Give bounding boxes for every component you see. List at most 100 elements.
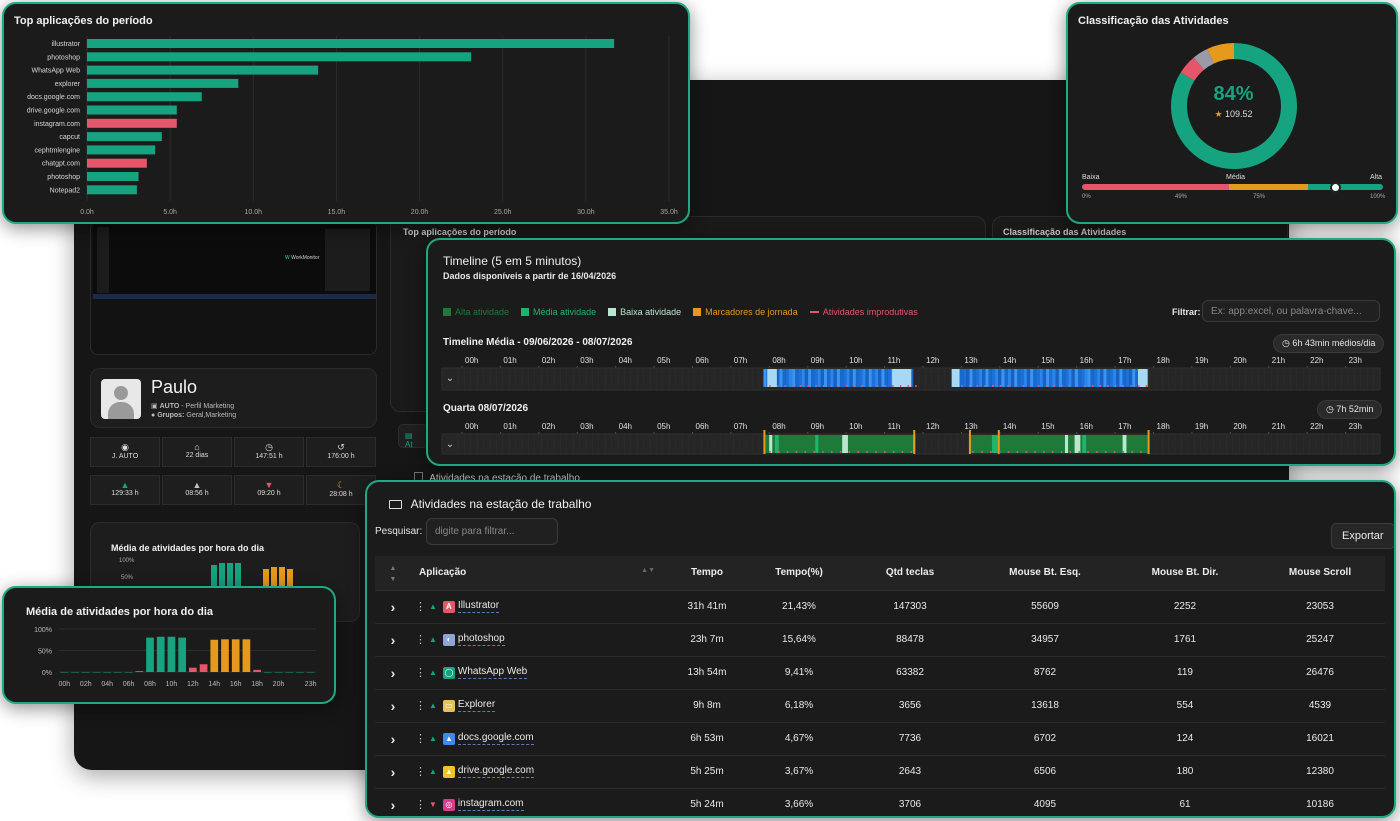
top-apps-bar[interactable] — [87, 65, 319, 75]
hourly-bar[interactable] — [296, 672, 304, 673]
col-mouse-left[interactable]: Mouse Bt. Esq. — [975, 556, 1115, 591]
top-apps-bar[interactable] — [87, 158, 147, 168]
col-time-pct[interactable]: Tempo(%) — [753, 556, 845, 591]
scale-marker[interactable] — [1329, 182, 1341, 193]
avg-unproductive-mark — [1053, 385, 1055, 387]
hourly-bar[interactable] — [60, 672, 69, 673]
kebab-menu-icon[interactable]: ⋮ — [415, 765, 426, 778]
top-apps-bar[interactable] — [87, 132, 162, 142]
expand-row-chevron-icon[interactable]: › — [375, 755, 411, 789]
sort-icon[interactable]: ▲ ▼ — [375, 556, 411, 591]
expand-row-chevron-icon[interactable]: › — [375, 590, 411, 624]
hourly-bar[interactable] — [114, 672, 122, 673]
app-name[interactable]: Illustrator — [457, 600, 500, 613]
hourly-bar[interactable] — [285, 672, 294, 673]
avg-activity-cell — [1026, 369, 1031, 387]
hourly-bar[interactable] — [71, 672, 79, 673]
hourly-bar[interactable] — [81, 672, 90, 673]
kebab-menu-icon[interactable]: ⋮ — [415, 633, 426, 646]
table-row[interactable]: › ⋮ ▲ ▲ docs.google.com 6h 53m 4,67% 7736 6702 12… — [375, 722, 1385, 756]
col-mouse-scroll[interactable]: Mouse Scroll — [1255, 556, 1385, 591]
app-name[interactable]: WhatsApp Web — [457, 666, 528, 679]
hourly-bar[interactable] — [146, 637, 154, 672]
top-apps-bar[interactable] — [87, 172, 139, 181]
thumbs-down-icon[interactable]: ▼ — [429, 800, 437, 809]
top-apps-bar[interactable] — [87, 39, 615, 48]
hourly-bar[interactable] — [221, 639, 229, 672]
kebab-menu-icon[interactable]: ⋮ — [415, 600, 426, 613]
top-apps-bar[interactable] — [87, 185, 137, 195]
hourly-bar[interactable] — [103, 672, 112, 673]
screen-thumbnail[interactable]: W WorkMonitor — [90, 220, 377, 355]
top-apps-bar[interactable] — [87, 52, 472, 62]
app-name[interactable]: instagram.com — [457, 798, 524, 811]
app-cell[interactable]: ⋮ ▲ ▲ docs.google.com — [411, 722, 661, 756]
col-time[interactable]: Tempo — [661, 556, 753, 591]
avg-activity-cell — [1100, 369, 1104, 387]
expand-row-chevron-icon[interactable]: › — [375, 689, 411, 723]
hourly-bar[interactable] — [167, 636, 176, 672]
hourly-bar[interactable] — [156, 636, 165, 672]
table-row[interactable]: › ⋮ ▼ ◎ instagram.com 5h 24m 3,66% 3706 4095 61 10… — [375, 788, 1385, 816]
hourly-bar[interactable] — [242, 639, 251, 672]
app-cell[interactable]: ⋮ ▲ ▭ Explorer — [411, 689, 661, 723]
hourly-bar[interactable] — [274, 672, 283, 673]
donut-slice[interactable] — [1180, 57, 1205, 82]
hourly-bar[interactable] — [92, 672, 101, 673]
hourly-bar[interactable] — [253, 669, 261, 672]
top-apps-bar[interactable] — [87, 78, 239, 88]
app-name[interactable]: drive.google.com — [457, 765, 535, 778]
app-name[interactable]: Explorer — [457, 699, 496, 712]
thumbs-up-icon[interactable]: ▲ — [429, 668, 437, 677]
top-apps-bar[interactable] — [87, 92, 202, 102]
export-button[interactable]: Exportar — [1331, 523, 1394, 549]
hourly-bar[interactable] — [263, 672, 272, 673]
hourly-bar[interactable] — [231, 639, 240, 672]
table-row[interactable]: › ⋮ ▲ ◐ photoshop 23h 7m 15,64% 88478 34957 1761 2… — [375, 623, 1385, 657]
col-keys[interactable]: Qtd teclas — [845, 556, 975, 591]
thumbs-up-icon[interactable]: ▲ — [429, 734, 437, 743]
search-input[interactable]: digite para filtrar... — [426, 518, 558, 545]
table-row[interactable]: › ⋮ ▲ A Illustrator 31h 41m 21,43% 147303 55609 2… — [375, 590, 1385, 624]
top-apps-bar[interactable] — [87, 105, 177, 115]
hourly-bar[interactable] — [199, 664, 208, 672]
col-app[interactable]: Aplicação ▲▼ — [411, 556, 661, 591]
table-row[interactable]: › ⋮ ▲ ◯ WhatsApp Web 13h 54m 9,41% 63382 8762 119… — [375, 656, 1385, 690]
hourly-bar[interactable] — [124, 672, 133, 673]
top-apps-bar[interactable] — [87, 145, 156, 155]
hourly-bar[interactable] — [178, 637, 186, 672]
kebab-menu-icon[interactable]: ⋮ — [415, 798, 426, 811]
table-row[interactable]: › ⋮ ▲ ▭ Explorer 9h 8m 6,18% 3656 13618 554 4539 — [375, 689, 1385, 723]
thumbs-up-icon[interactable]: ▲ — [429, 635, 437, 644]
app-name[interactable]: photoshop — [457, 633, 505, 646]
hourly-bar[interactable] — [306, 672, 315, 673]
hourly-bar[interactable] — [189, 667, 197, 672]
expand-row-chevron-icon[interactable]: › — [375, 623, 411, 657]
app-cell[interactable]: ⋮ ▲ ◐ photoshop — [411, 623, 661, 657]
hourly-bar[interactable] — [135, 671, 144, 672]
app-cell[interactable]: ⋮ ▲ ◯ WhatsApp Web — [411, 656, 661, 690]
app-cell[interactable]: ⋮ ▼ ◎ instagram.com — [411, 788, 661, 816]
day-expand-chevron-icon[interactable]: ⌄ — [442, 436, 458, 454]
expand-row-chevron-icon[interactable]: › — [375, 788, 411, 816]
kebab-menu-icon[interactable]: ⋮ — [415, 732, 426, 745]
hourly-bar[interactable] — [210, 639, 219, 672]
app-name[interactable]: docs.google.com — [457, 732, 534, 745]
app-cell[interactable]: ⋮ ▲ ▲ drive.google.com — [411, 755, 661, 789]
thumbs-up-icon[interactable]: ▲ — [429, 701, 437, 710]
col-mouse-right[interactable]: Mouse Bt. Dir. — [1115, 556, 1255, 591]
top-apps-category-label: illustrator — [52, 41, 81, 48]
app-cell[interactable]: ⋮ ▲ A Illustrator — [411, 590, 661, 624]
top-apps-bar[interactable] — [87, 118, 177, 128]
kebab-menu-icon[interactable]: ⋮ — [415, 699, 426, 712]
thumbs-up-icon[interactable]: ▲ — [429, 602, 437, 611]
kebab-menu-icon[interactable]: ⋮ — [415, 666, 426, 679]
avg-expand-chevron-icon[interactable]: ⌄ — [442, 370, 458, 388]
table-row[interactable]: › ⋮ ▲ ▲ drive.google.com 5h 25m 3,67% 2643 6506 1… — [375, 755, 1385, 789]
donut-slice[interactable] — [1193, 48, 1215, 70]
donut-slice[interactable] — [1207, 43, 1235, 64]
thumbs-up-icon[interactable]: ▲ — [429, 767, 437, 776]
expand-row-chevron-icon[interactable]: › — [375, 722, 411, 756]
expand-row-chevron-icon[interactable]: › — [375, 656, 411, 690]
base-tab[interactable]: ▤ At — [398, 424, 428, 449]
